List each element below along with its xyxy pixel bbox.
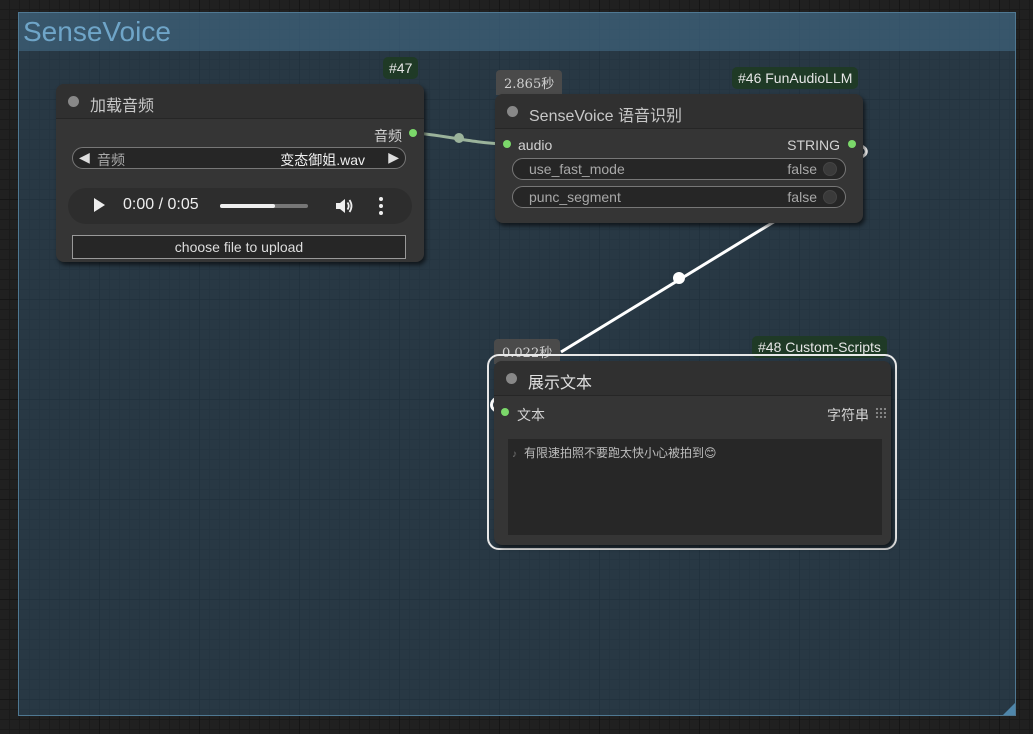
node-show-text[interactable]: 展示文本 文本 字符串 ♪ 有限速拍照不要跑太快小心被拍到😊 <box>494 361 891 545</box>
exec-time-tag: 2.865秒 <box>496 70 563 95</box>
widget-value: false <box>787 189 817 205</box>
player-time: 0:00 / 0:05 <box>123 196 199 213</box>
toggle-punc-segment[interactable]: punc_segment false <box>512 186 846 208</box>
combo-prev-arrow[interactable]: ◀ <box>79 149 90 166</box>
input-slot-text[interactable] <box>501 408 509 416</box>
audio-combo[interactable]: ◀ 音频 变态御姐.wav ▶ <box>72 147 406 169</box>
output-label-string: STRING <box>787 137 840 153</box>
node-sensevoice[interactable]: SenseVoice 语音识别 audio STRING use_fast_mo… <box>495 94 863 223</box>
combo-next-arrow[interactable]: ▶ <box>388 149 399 166</box>
toggle-use-fast-mode[interactable]: use_fast_mode false <box>512 158 846 180</box>
node-title-bar[interactable]: 加载音频 <box>56 84 424 119</box>
input-slot-audio[interactable] <box>503 140 511 148</box>
node-title: 加载音频 <box>90 98 155 115</box>
volume-icon[interactable] <box>334 196 354 216</box>
node-id-badge: #46 FunAudioLLM <box>732 67 859 89</box>
node-load-audio[interactable]: 加载音频 音频 ◀ 音频 变态御姐.wav ▶ 0:00 / 0:05 choo… <box>56 84 424 262</box>
play-icon[interactable] <box>94 198 105 212</box>
output-label-string: 字符串 <box>827 407 869 423</box>
wire-string-midpoint <box>673 272 685 284</box>
output-slot-string[interactable] <box>848 140 856 148</box>
audio-player[interactable]: 0:00 / 0:05 <box>68 188 412 224</box>
node-title-bar[interactable]: SenseVoice 语音识别 <box>495 94 863 129</box>
text-content: 有限速拍照不要跑太快小心被拍到😊 <box>524 446 717 460</box>
node-title-bar[interactable]: 展示文本 <box>494 361 891 396</box>
input-label-audio: audio <box>518 137 553 153</box>
toggle-knob[interactable] <box>823 190 837 204</box>
output-slot-audio[interactable] <box>409 129 417 137</box>
combo-value: 变态御姐.wav <box>280 152 365 168</box>
combo-name: 音频 <box>97 152 125 168</box>
list-output-icon[interactable] <box>875 407 886 418</box>
widget-name: use_fast_mode <box>529 161 625 177</box>
node-title: SenseVoice 语音识别 <box>529 108 682 125</box>
widget-name: punc_segment <box>529 189 621 205</box>
output-label-audio: 音频 <box>374 128 402 144</box>
node-title: 展示文本 <box>528 375 593 392</box>
text-display[interactable]: ♪ 有限速拍照不要跑太快小心被拍到😊 <box>508 439 882 535</box>
seek-progress <box>220 204 275 208</box>
upload-button[interactable]: choose file to upload <box>72 235 406 259</box>
collapse-dot[interactable] <box>507 106 518 117</box>
more-options-icon[interactable] <box>378 197 384 215</box>
toggle-knob[interactable] <box>823 162 837 176</box>
music-note-icon: ♪ <box>512 449 517 460</box>
wire-audio-midpoint <box>454 133 464 143</box>
widget-value: false <box>787 161 817 177</box>
seek-bar[interactable] <box>220 204 308 208</box>
collapse-dot[interactable] <box>68 96 79 107</box>
input-label-text: 文本 <box>517 407 545 423</box>
node-id-badge: #47 <box>383 57 419 79</box>
collapse-dot[interactable] <box>506 373 517 384</box>
